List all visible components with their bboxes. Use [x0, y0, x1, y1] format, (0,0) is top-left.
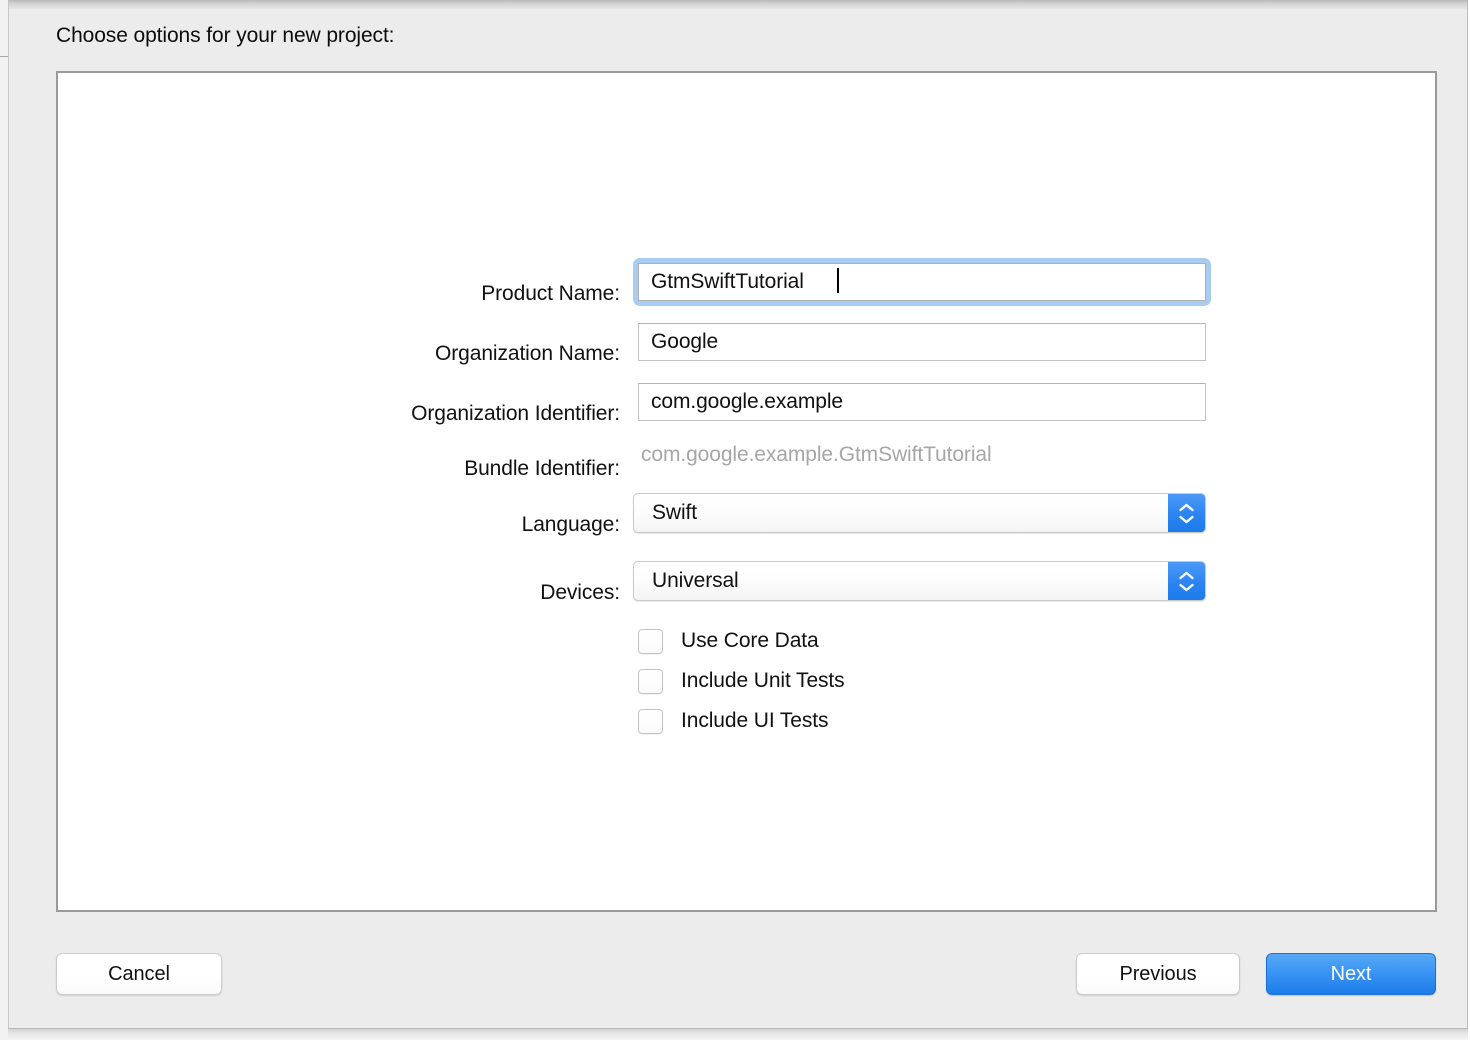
product-name-label: Product Name: [220, 282, 620, 306]
form-row-organization-name: Organization Name: [58, 322, 1439, 362]
dialog-titlebar [9, 0, 1467, 9]
form-row-devices: Devices: Universal [58, 561, 1439, 601]
product-name-focus-ring [633, 258, 1211, 306]
cancel-button[interactable]: Cancel [56, 953, 222, 995]
devices-popup-stepper[interactable] [1168, 562, 1205, 600]
product-name-input[interactable] [638, 263, 1206, 301]
dialog-window: Choose options for your new project: Pro… [8, 0, 1468, 1029]
checkbox-use-core-data[interactable]: Use Core Data [638, 628, 819, 654]
checkbox-label-include-unit-tests: Include Unit Tests [681, 669, 845, 693]
chevron-up-icon [1178, 503, 1195, 512]
previous-button[interactable]: Previous [1076, 953, 1240, 995]
chevron-down-icon [1178, 583, 1195, 592]
window-drop-shadow [8, 1029, 1468, 1040]
chevron-up-icon [1178, 571, 1195, 580]
checkbox-include-unit-tests[interactable]: Include Unit Tests [638, 668, 845, 694]
language-popup-stepper[interactable] [1168, 494, 1205, 532]
organization-identifier-label: Organization Identifier: [220, 402, 620, 426]
form-row-product-name: Product Name: [58, 262, 1439, 302]
checkbox-label-include-ui-tests: Include UI Tests [681, 709, 828, 733]
checkbox-box-use-core-data[interactable] [638, 629, 663, 654]
chevron-down-icon [1178, 515, 1195, 524]
checkbox-box-include-unit-tests[interactable] [638, 669, 663, 694]
form-row-language: Language: Swift [58, 493, 1439, 533]
devices-label: Devices: [220, 581, 620, 605]
checkbox-label-use-core-data: Use Core Data [681, 629, 819, 653]
language-label: Language: [220, 513, 620, 537]
language-popup-value: Swift [652, 501, 697, 525]
form-row-organization-identifier: Organization Identifier: [58, 382, 1439, 422]
bundle-identifier-value: com.google.example.GtmSwiftTutorial [641, 443, 992, 467]
options-panel: Product Name: Organization Name: [56, 71, 1437, 912]
organization-identifier-input[interactable] [638, 383, 1206, 421]
devices-popup-value: Universal [652, 569, 739, 593]
organization-name-label: Organization Name: [220, 342, 620, 366]
next-button[interactable]: Next [1266, 953, 1436, 995]
organization-name-input[interactable] [638, 323, 1206, 361]
page-title: Choose options for your new project: [56, 24, 394, 48]
devices-popup-button[interactable]: Universal [633, 561, 1206, 601]
text-caret [837, 268, 839, 293]
language-popup-button[interactable]: Swift [633, 493, 1206, 533]
form-row-bundle-identifier: Bundle Identifier: com.google.example.Gt… [58, 437, 1439, 477]
checkbox-box-include-ui-tests[interactable] [638, 709, 663, 734]
checkbox-include-ui-tests[interactable]: Include UI Tests [638, 708, 828, 734]
bundle-identifier-label: Bundle Identifier: [220, 457, 620, 481]
new-project-options-dialog: Choose options for your new project: Pro… [0, 0, 1470, 1040]
